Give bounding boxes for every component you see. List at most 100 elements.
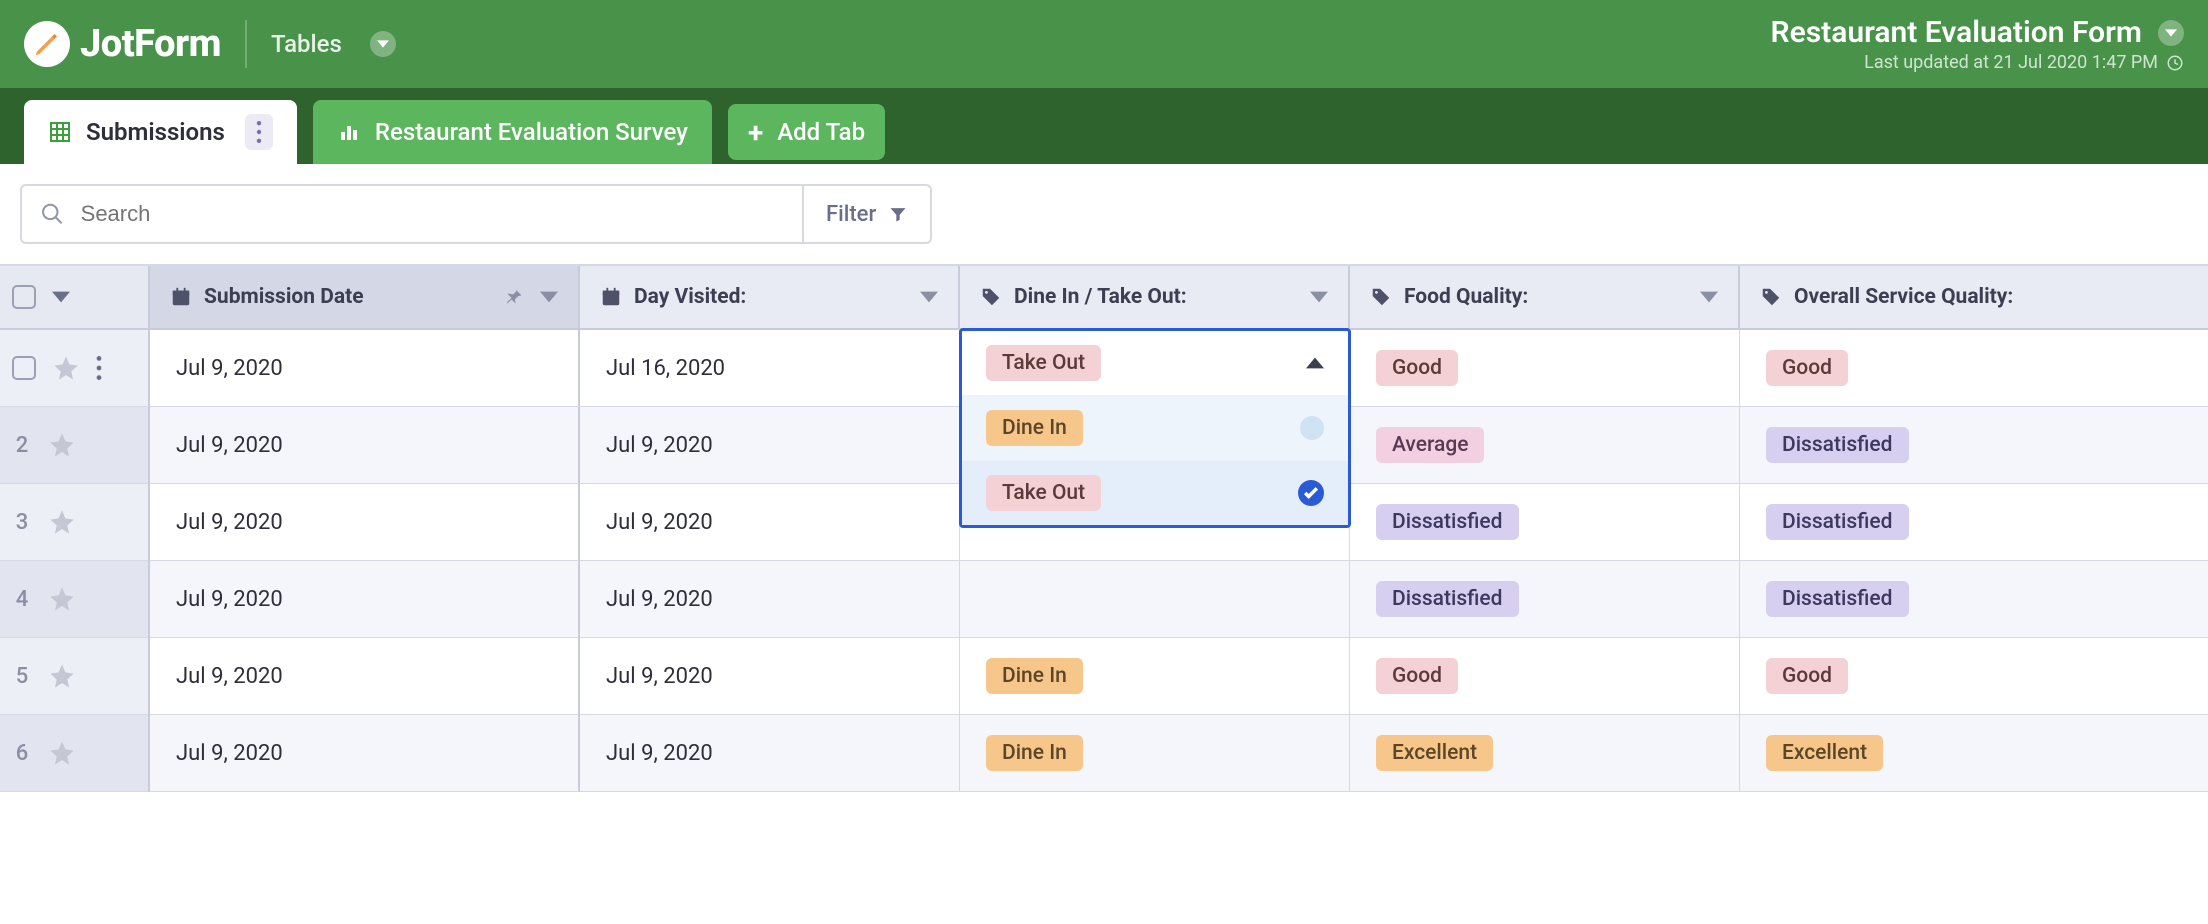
cell-food-quality[interactable]: Dissatisfied [1350,484,1740,561]
filter-button[interactable]: Filter [802,186,930,242]
cell-dine[interactable]: Dine In [960,715,1350,792]
star-icon[interactable] [48,662,76,690]
status-tag: Good [1766,658,1848,694]
cell-day-visited[interactable]: Jul 9, 2020 [580,484,960,561]
form-updated-row: Last updated at 21 Jul 2020 1:47 PM [1771,52,2184,73]
row-number: 6 [12,741,32,766]
cell-submission-date[interactable]: Jul 9, 2020 [150,638,580,715]
row-checkbox[interactable] [12,356,36,380]
status-tag: Excellent [1376,735,1493,771]
cell-submission-date[interactable]: Jul 9, 2020 [150,484,580,561]
chevron-down-icon[interactable] [52,291,70,303]
add-tab-button[interactable]: + Add Tab [728,104,885,160]
tag-icon [980,286,1002,308]
star-icon[interactable] [48,739,76,767]
top-bar: JotForm Tables Restaurant Evaluation For… [0,0,2208,88]
row-gutter: 4 [0,561,150,638]
chevron-down-icon [377,38,389,50]
cell-submission-date[interactable]: Jul 9, 2020 [150,561,580,638]
topbar-left: JotForm Tables [24,20,396,68]
cell-service-quality[interactable]: Excellent [1740,715,2208,792]
status-tag: Average [1376,427,1484,463]
add-tab-label: Add Tab [777,118,865,146]
tab-options-button[interactable] [245,114,273,150]
status-tag: Dissatisfied [1376,504,1519,540]
form-updated-label: Last updated at 21 Jul 2020 1:47 PM [1864,52,2158,73]
tab-survey[interactable]: Restaurant Evaluation Survey [313,100,712,164]
header-day-visited[interactable]: Day Visited: [580,266,960,330]
chevron-down-icon[interactable] [1700,288,1718,306]
tab-submissions[interactable]: Submissions [24,100,297,164]
header-service[interactable]: Overall Service Quality: [1740,266,2208,330]
row-gutter [0,330,150,407]
cell-service-quality[interactable]: Dissatisfied [1740,561,2208,638]
search-input[interactable] [79,200,784,228]
star-icon[interactable] [48,431,76,459]
dine-dropdown-selected[interactable]: Take Out [962,331,1348,395]
toolbar: Filter [0,164,2208,264]
cell-day-visited[interactable]: Jul 9, 2020 [580,715,960,792]
status-tag: Dissatisfied [1766,581,1909,617]
cell-food-quality[interactable]: Dissatisfied [1350,561,1740,638]
radio-checked-icon [1298,480,1324,506]
star-icon[interactable] [48,585,76,613]
cell-dine[interactable]: Dine In [960,638,1350,715]
section-dropdown[interactable] [370,31,396,57]
search-filter-box: Filter [20,184,932,244]
table-header-row: Submission Date Day Visited: Dine In / T… [0,266,2208,330]
brand-logo[interactable]: JotForm [24,21,221,67]
status-tag: Dissatisfied [1766,427,1909,463]
dine-tag: Take Out [986,345,1101,381]
header-dine[interactable]: Dine In / Take Out: [960,266,1350,330]
tab-submissions-label: Submissions [86,118,225,146]
cell-day-visited[interactable]: Jul 9, 2020 [580,638,960,715]
pin-icon[interactable] [504,287,524,307]
cell-food-quality[interactable]: Good [1350,638,1740,715]
form-title-dropdown[interactable] [2158,20,2184,46]
header-food[interactable]: Food Quality: [1350,266,1740,330]
cell-service-quality[interactable]: Dissatisfied [1740,484,2208,561]
cell-service-quality[interactable]: Dissatisfied [1740,407,2208,484]
status-tag: Dine In [986,658,1083,694]
dine-option-dinein[interactable]: Dine In [962,395,1348,460]
cell-dine[interactable]: Take Out Dine In Take Out [960,330,1350,407]
chevron-down-icon[interactable] [920,288,938,306]
dine-dropdown[interactable]: Take Out Dine In Take Out [959,328,1351,528]
cell-food-quality[interactable]: Average [1350,407,1740,484]
cell-submission-date[interactable]: Jul 9, 2020 [150,715,580,792]
status-tag: Good [1766,350,1848,386]
row-gutter: 5 [0,638,150,715]
search-icon [40,201,65,227]
tab-survey-label: Restaurant Evaluation Survey [375,118,688,146]
history-icon[interactable] [2166,54,2184,72]
chevron-down-icon[interactable] [1310,288,1328,306]
cell-food-quality[interactable]: Excellent [1350,715,1740,792]
cell-food-quality[interactable]: Good [1350,330,1740,407]
select-all-checkbox[interactable] [12,285,36,309]
table-icon [48,120,72,144]
cell-day-visited[interactable]: Jul 9, 2020 [580,407,960,484]
cell-day-visited[interactable]: Jul 16, 2020 [580,330,960,407]
star-icon[interactable] [52,354,80,382]
row-number: 4 [12,587,32,612]
cell-day-visited[interactable]: Jul 9, 2020 [580,561,960,638]
filter-label: Filter [826,202,876,227]
dine-option-takeout[interactable]: Take Out [962,460,1348,525]
cell-submission-date[interactable]: Jul 9, 2020 [150,330,580,407]
chevron-down-icon[interactable] [540,288,558,306]
cell-submission-date[interactable]: Jul 9, 2020 [150,407,580,484]
star-icon[interactable] [48,508,76,536]
row-gutter: 3 [0,484,150,561]
table-row: Jul 9, 2020Jul 16, 2020 Take Out Dine In… [0,330,2208,407]
header-submission-date[interactable]: Submission Date [150,266,580,330]
pencil-icon [24,21,70,67]
form-title: Restaurant Evaluation Form [1771,15,2142,50]
header-food-label: Food Quality: [1404,285,1528,309]
calendar-icon [600,286,622,308]
cell-dine[interactable] [960,561,1350,638]
cell-service-quality[interactable]: Good [1740,330,2208,407]
topbar-right: Restaurant Evaluation Form Last updated … [1771,15,2184,73]
tag-icon [1760,286,1782,308]
cell-service-quality[interactable]: Good [1740,638,2208,715]
more-vertical-icon[interactable] [96,356,102,380]
